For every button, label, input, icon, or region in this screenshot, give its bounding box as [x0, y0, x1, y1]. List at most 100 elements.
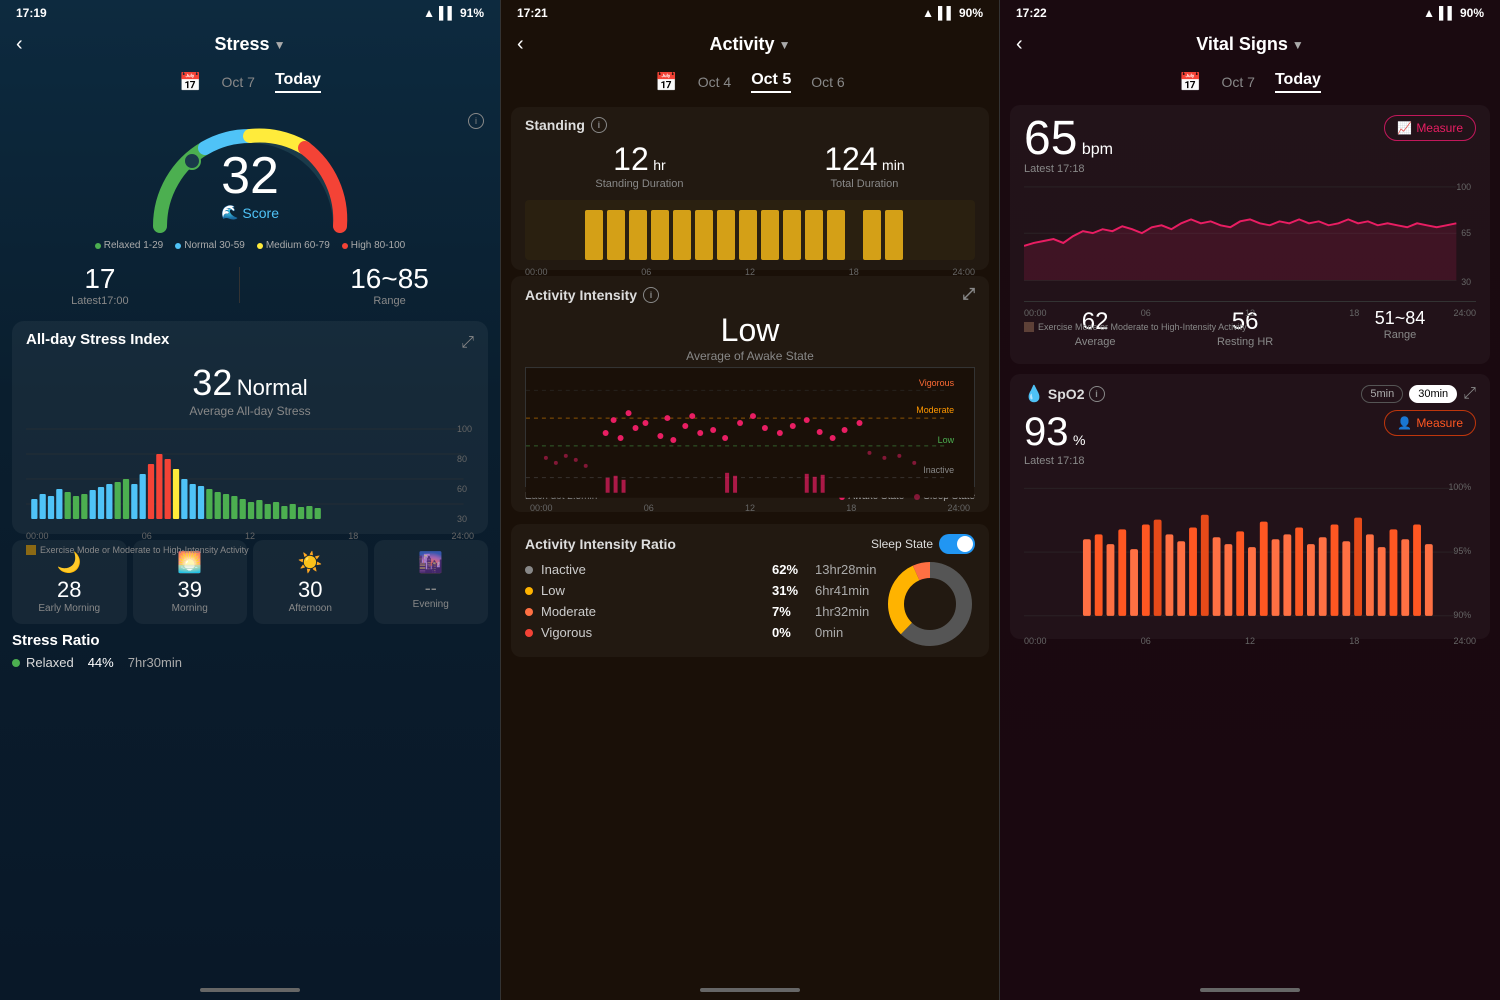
calendar-icon-3[interactable]: 📅 — [1179, 72, 1201, 93]
calendar-icon-1[interactable]: 📅 — [179, 72, 201, 93]
time-1: 17:19 — [16, 6, 47, 20]
standing-info-icon[interactable]: i — [591, 117, 607, 133]
standing-duration-unit: hr — [653, 157, 665, 173]
intensity-sublabel: Average of Awake State — [525, 349, 975, 363]
spo2-num: 93 — [1024, 410, 1069, 454]
ratio-inactive: Inactive 62% 13hr28min — [525, 562, 885, 577]
stress-ratio-section: Stress Ratio Relaxed 44% 7hr30min — [12, 632, 488, 670]
hr-average-lbl: Average — [1075, 336, 1116, 348]
intensity-scatter-svg: Vigorous Moderate Low Inactive — [526, 368, 974, 498]
chart-legend-hr: Exercise Mode or Moderate to High-Intens… — [1024, 322, 1476, 332]
date-nav-2: 📅 Oct 4 Oct 5 Oct 6 — [501, 63, 999, 101]
nav-dropdown-2[interactable]: ▼ — [779, 38, 791, 52]
chart-x-labels-standing: 00:00 06 12 18 24:00 — [525, 265, 975, 279]
back-button-1[interactable]: ‹ — [16, 33, 23, 56]
vital-signs-panel: 17:22 ▲ ▌▌ 90% ‹ Vital Signs ▼ 📅 Oct 7 T… — [1000, 0, 1500, 1000]
date-current-1[interactable]: Today — [275, 71, 321, 93]
standing-title: Standing i — [525, 117, 975, 133]
all-day-level: Normal — [237, 375, 308, 400]
chart-x-labels-intensity: 00:00 06 12 18 24:00 — [526, 503, 974, 513]
legend-dot-relaxed — [95, 243, 101, 249]
hr-value-group: 65 bpm Latest 17:18 — [1024, 115, 1113, 175]
ratio-dot-vigorous — [525, 629, 533, 637]
spo2-expand-btn[interactable]: ⤢ — [1463, 385, 1476, 403]
stress-ratio-title: Stress Ratio — [12, 632, 488, 649]
intensity-title: Activity Intensity i ⤢ — [525, 286, 975, 304]
expand-btn-intensity[interactable]: ⤢ — [962, 286, 975, 304]
measure-icon-hr: 📈 — [1397, 121, 1412, 135]
ratio-vigorous: Vigorous 0% 0min — [525, 625, 885, 640]
date-current-2[interactable]: Oct 5 — [751, 71, 791, 93]
legend-relaxed: Relaxed 1-29 — [95, 240, 163, 251]
measure-icon-spo2: 👤 — [1397, 416, 1412, 430]
ratio-name-low: Low — [541, 583, 764, 598]
stress-ratio-item-relaxed: Relaxed 44% 7hr30min — [12, 655, 488, 670]
intensity-level: Low — [525, 312, 975, 349]
status-icons-1: ▲ ▌▌ 91% — [423, 6, 484, 20]
svg-text:Inactive: Inactive — [923, 465, 954, 475]
hr-chart-svg: 100 65 30 — [1024, 181, 1476, 301]
ratio-moderate: Moderate 7% 1hr32min — [525, 604, 885, 619]
measure-button-hr[interactable]: 📈 Measure — [1384, 115, 1476, 141]
signal-icon-2: ▌▌ — [938, 6, 955, 20]
activity-panel: 17:21 ▲ ▌▌ 90% ‹ Activity ▼ 📅 Oct 4 Oct … — [500, 0, 1000, 1000]
status-icons-3: ▲ ▌▌ 90% — [1423, 6, 1484, 20]
measure-button-spo2[interactable]: 👤 Measure — [1384, 410, 1476, 436]
date-prev-1[interactable]: Oct 7 — [222, 74, 255, 90]
chart-x-labels-stress: 00:00 06 12 18 24:00 — [26, 529, 474, 543]
svg-text:100%: 100% — [1448, 482, 1471, 492]
all-day-title-row: All-day Stress Index ⤢ — [26, 331, 474, 354]
all-day-stress-card: All-day Stress Index ⤢ 32 Normal Average… — [12, 321, 488, 534]
calendar-icon-2[interactable]: 📅 — [655, 72, 677, 93]
svg-text:100: 100 — [1456, 182, 1471, 192]
back-button-3[interactable]: ‹ — [1016, 33, 1023, 56]
morning-label: Morning — [141, 603, 240, 614]
nav-dropdown-3[interactable]: ▼ — [1292, 38, 1304, 52]
nav-dropdown-1[interactable]: ▼ — [274, 38, 286, 52]
stat-divider — [239, 267, 240, 303]
home-bar-3 — [1200, 988, 1300, 992]
spo2-chart-svg: 100% 95% 90% — [1024, 479, 1476, 629]
stat-range-value: 16~85 — [350, 263, 429, 295]
stress-gauge: 32 🌊 Score — [140, 111, 360, 231]
ratio-dot-relaxed — [12, 659, 20, 667]
expand-btn-stress[interactable]: ⤢ — [461, 334, 474, 352]
legend-dot-normal — [175, 243, 181, 249]
status-bar-3: 17:22 ▲ ▌▌ 90% — [1000, 0, 1500, 26]
ratio-name-vigorous: Vigorous — [541, 625, 764, 640]
standing-section: Standing i 12 hr Standing Duration 124 m… — [511, 107, 989, 270]
ratio-name-inactive: Inactive — [541, 562, 764, 577]
nav-title-1: Stress ▼ — [215, 34, 286, 55]
chart-legend-box — [26, 545, 36, 555]
sleep-toggle[interactable]: Sleep State — [871, 534, 975, 554]
intensity-info-icon[interactable]: i — [643, 287, 659, 303]
spo2-value-row: 93 % Latest 17:18 👤 Measure — [1024, 410, 1476, 471]
date-prev-2[interactable]: Oct 4 — [698, 74, 731, 90]
standing-total-num: 124 — [824, 141, 877, 177]
toggle-switch[interactable] — [939, 534, 975, 554]
date-current-3[interactable]: Today — [1275, 71, 1321, 93]
back-button-2[interactable]: ‹ — [517, 33, 524, 56]
ratio-header: Activity Intensity Ratio Sleep State — [525, 534, 975, 554]
wifi-icon-2: ▲ — [922, 6, 934, 20]
date-prev-3[interactable]: Oct 7 — [1222, 74, 1255, 90]
gauge-label-row: 🌊 Score — [221, 204, 279, 221]
all-day-sub: Average All-day Stress — [26, 404, 474, 418]
all-day-title: All-day Stress Index — [26, 331, 169, 348]
hr-latest: Latest 17:18 — [1024, 163, 1113, 175]
spo2-5min-btn[interactable]: 5min — [1361, 385, 1403, 403]
spo2-30min-btn[interactable]: 30min — [1409, 385, 1457, 403]
legend-dot-medium — [257, 243, 263, 249]
gauge-score: 32 🌊 Score — [221, 150, 279, 221]
info-button-stress[interactable]: i — [468, 111, 484, 129]
spo2-info-icon[interactable]: i — [1089, 386, 1105, 402]
date-next-2[interactable]: Oct 6 — [811, 74, 844, 90]
ratio-relaxed-label: Relaxed — [26, 655, 74, 670]
chart-legend-stress: Exercise Mode or Moderate to High-Intens… — [26, 545, 474, 555]
nav-bar-1: ‹ Stress ▼ — [0, 26, 500, 63]
spo2-controls: 5min 30min ⤢ — [1361, 385, 1476, 403]
svg-text:Vigorous: Vigorous — [919, 378, 955, 388]
signal-icon-3: ▌▌ — [1439, 6, 1456, 20]
status-bar-2: 17:21 ▲ ▌▌ 90% — [501, 0, 999, 26]
home-indicator-2 — [501, 980, 999, 1000]
